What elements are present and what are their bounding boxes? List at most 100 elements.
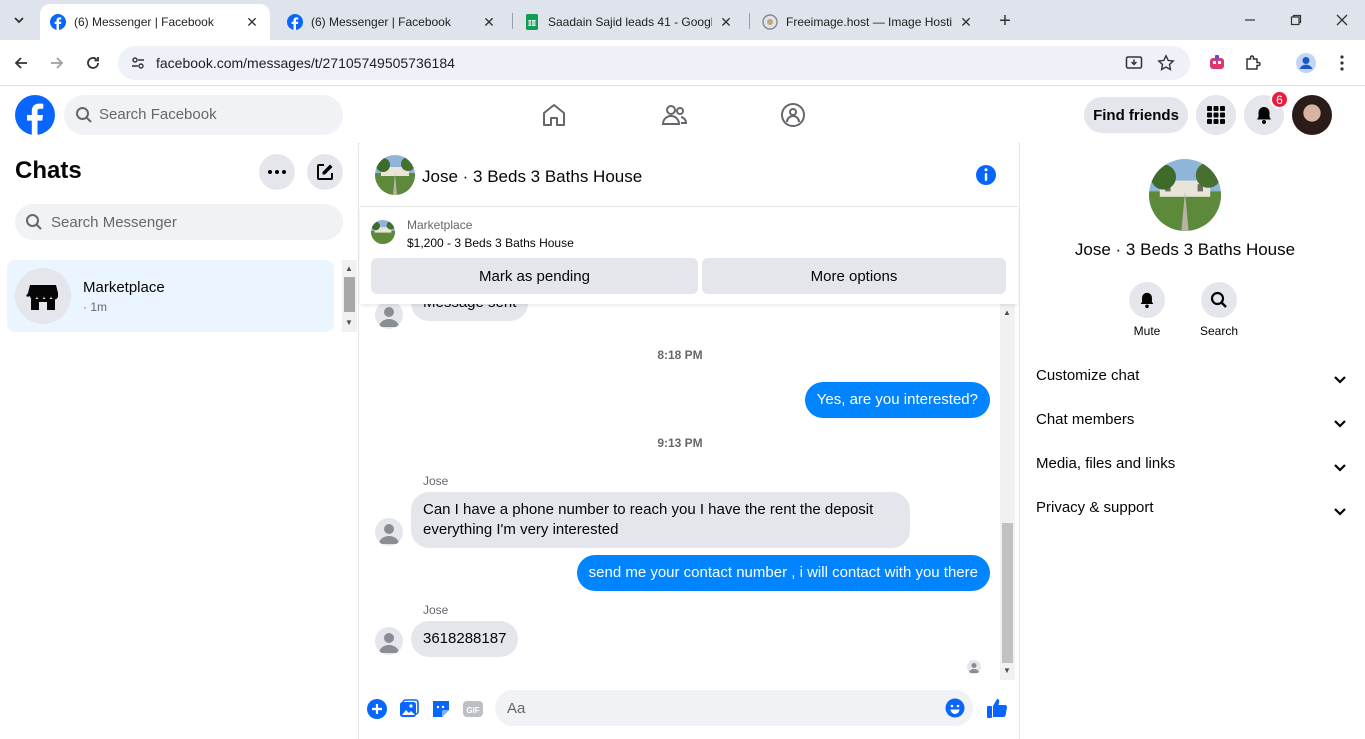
listing-title[interactable]: $1,200 - 3 Beds 3 Baths House [407,236,574,250]
chats-sidebar: Chats Search Messenger Marketplace · 1m … [0,143,359,739]
close-tab-icon[interactable]: ✕ [481,14,497,30]
home-icon[interactable] [541,102,567,128]
new-message-button[interactable] [307,154,343,190]
info-icon[interactable] [974,163,998,187]
browser-tab-1[interactable]: (6) Messenger | Facebook ✕ [40,4,270,40]
listing-source: Marketplace [407,218,473,232]
photo-icon[interactable] [398,698,420,720]
message-bubble-incoming[interactable]: 3618288187 [411,621,519,657]
sender-avatar[interactable] [375,518,403,546]
section-media-files-links[interactable]: Media, files and links [1036,455,1346,479]
browser-toolbar: facebook.com/messages/t/2710574950573618… [0,40,1365,86]
search-placeholder: Search Messenger [51,214,177,231]
tab-title: (6) Messenger | Facebook [74,15,214,29]
freeimage-icon [762,14,778,30]
menu-button[interactable] [1196,95,1236,135]
section-chat-members[interactable]: Chat members [1036,411,1346,435]
message-bubble-incoming[interactable]: Can I have a phone number to reach you I… [411,492,910,548]
chat-name: Marketplace [83,279,165,296]
chat-list-scrollbar[interactable]: ▲ ▼ [342,260,357,332]
message-bubble-incoming[interactable]: Message sent [411,304,529,321]
chat-time: · 1m [83,300,107,314]
tab-search-button[interactable] [6,8,32,32]
close-tab-icon[interactable]: ✕ [718,14,734,30]
search-label: Search [1199,324,1239,338]
new-tab-button[interactable]: + [994,10,1016,32]
chats-options-button[interactable] [259,154,295,190]
scrollbar-thumb[interactable] [344,277,355,312]
sender-avatar[interactable] [375,627,403,655]
conversation-header: Jose · 3 Beds 3 Baths House [360,143,1018,207]
profile-picture[interactable] [1149,159,1221,231]
marketplace-avatar [15,268,71,324]
section-customize-chat[interactable]: Customize chat [1036,367,1346,391]
conversation-info-panel: Jose · 3 Beds 3 Baths House Mute Search … [1019,143,1365,739]
facebook-search-input[interactable]: Search Facebook [64,95,343,135]
restore-button[interactable] [1286,10,1306,30]
mark-as-pending-button[interactable]: Mark as pending [371,258,698,294]
conversation-avatar[interactable] [375,155,415,195]
gif-icon[interactable]: GIF [462,698,484,720]
site-info-icon[interactable] [126,51,150,75]
browser-tab-3[interactable]: Saadain Sajid leads 41 - Google ✕ [514,4,744,40]
chats-title: Chats [15,157,82,184]
bookmark-star-icon[interactable] [1156,53,1176,73]
messenger-search-input[interactable]: Search Messenger [15,204,343,240]
install-app-icon[interactable] [1124,53,1144,73]
extensions-puzzle-icon[interactable] [1242,52,1264,74]
groups-icon[interactable] [780,102,806,128]
close-icon [1336,14,1348,26]
message-list-scrollbar[interactable]: ▲ ▼ [1000,304,1015,680]
chevron-down-icon [1334,420,1346,428]
forward-button[interactable] [45,51,69,75]
profile-icon[interactable] [1295,52,1317,74]
browser-tab-4[interactable]: Freeimage.host — Image Hostin ✕ [752,4,984,40]
account-avatar[interactable] [1292,95,1332,135]
url-text: facebook.com/messages/t/2710574950573618… [156,55,455,71]
facebook-logo-icon[interactable] [15,95,55,135]
tab-separator [749,13,750,29]
section-label: Privacy & support [1036,499,1154,516]
search-icon [76,107,92,123]
browser-tab-2[interactable]: (6) Messenger | Facebook ✕ [277,4,507,40]
sender-avatar [375,304,403,329]
chevron-down-icon [1334,376,1346,384]
back-button[interactable] [9,51,33,75]
sender-name: Jose [423,474,449,488]
section-label: Media, files and links [1036,455,1176,472]
browser-menu-icon[interactable] [1331,52,1353,74]
mute-label: Mute [1133,324,1161,338]
thumbs-up-icon[interactable] [985,696,1009,720]
extension-icon[interactable] [1206,52,1228,74]
plus-icon[interactable] [366,698,388,720]
reload-button[interactable] [81,51,105,75]
find-friends-button[interactable]: Find friends [1084,97,1188,133]
storefront-icon [26,285,58,310]
compose-icon [317,164,333,180]
chat-list-item[interactable]: Marketplace · 1m [7,260,334,332]
chevron-down-icon [1334,508,1346,516]
message-timestamp: 8:18 PM [657,348,703,362]
section-privacy-support[interactable]: Privacy & support [1036,499,1346,523]
message-composer: GIF Aa [360,682,1018,739]
facebook-icon [287,14,303,30]
conversation-title[interactable]: Jose · 3 Beds 3 Baths House [422,167,642,187]
close-tab-icon[interactable]: ✕ [958,14,974,30]
section-label: Customize chat [1036,367,1140,384]
friends-icon[interactable] [661,102,687,128]
message-input[interactable]: Aa [495,690,973,726]
emoji-icon[interactable] [945,698,965,718]
listing-thumbnail[interactable] [371,220,395,244]
message-bubble-outgoing[interactable]: send me your contact number , i will con… [576,555,990,591]
scrollbar-thumb[interactable] [1002,523,1013,663]
tab-title: (6) Messenger | Facebook [311,15,451,29]
more-options-button[interactable]: More options [702,258,1006,294]
sticker-icon[interactable] [430,698,452,720]
minimize-button[interactable] [1240,10,1260,30]
close-tab-icon[interactable]: ✕ [244,14,260,30]
address-bar[interactable]: facebook.com/messages/t/2710574950573618… [118,46,1190,80]
mute-button[interactable]: Mute [1117,282,1177,338]
close-window-button[interactable] [1332,10,1352,30]
search-conversation-button[interactable]: Search [1189,282,1249,338]
message-bubble-outgoing[interactable]: Yes, are you interested? [804,382,990,418]
